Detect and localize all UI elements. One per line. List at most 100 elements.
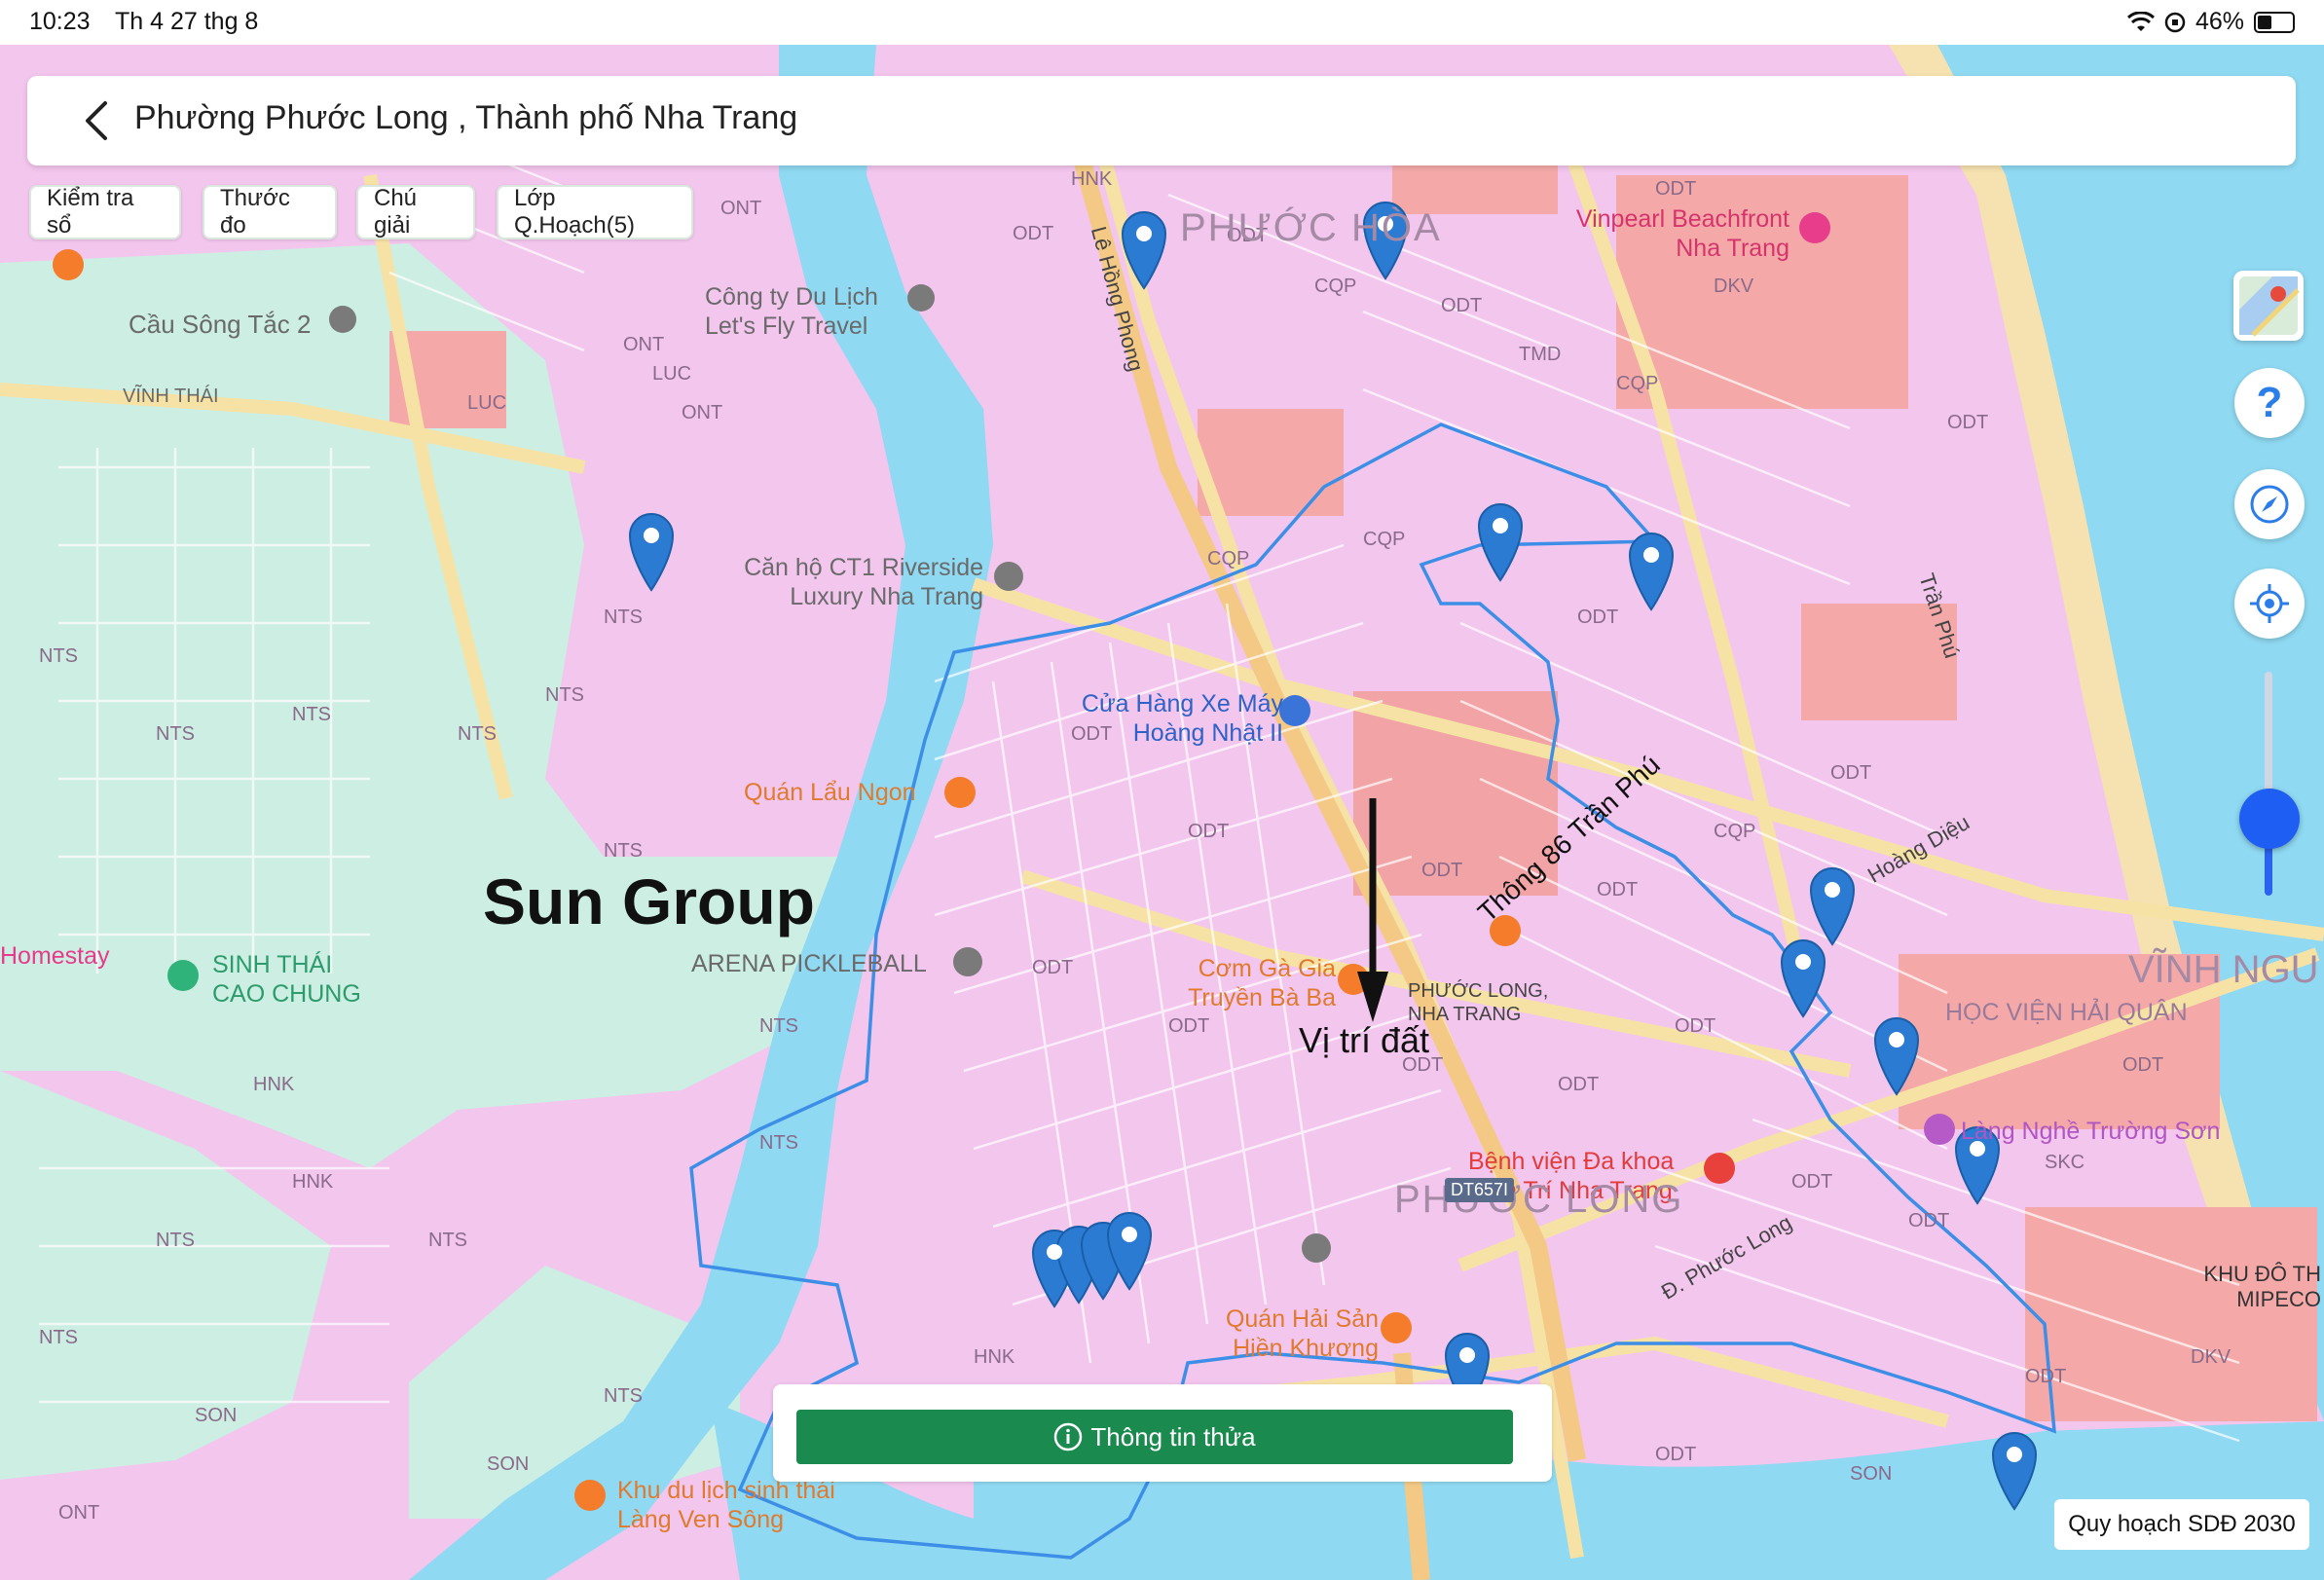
land-position-arrow bbox=[1357, 798, 1388, 1022]
label-com-ga: Cơm Gà Gia Truyền Bà Ba bbox=[1170, 954, 1336, 1012]
opacity-slider-knob[interactable] bbox=[2239, 789, 2300, 849]
label-pickleball: ARENA PICKLEBALL bbox=[691, 950, 927, 977]
svg-text:ODT: ODT bbox=[1597, 879, 1638, 900]
locate-icon bbox=[2250, 584, 2289, 623]
label-vinh-thai: VĨNH THÁI bbox=[123, 386, 219, 407]
svg-text:ODT: ODT bbox=[1830, 762, 1871, 784]
sun-group-label: Sun Group bbox=[483, 865, 815, 937]
legend-button[interactable]: Chú giải bbox=[356, 185, 475, 239]
page-title: Phường Phước Long , Thành phố Nha Trang bbox=[134, 99, 798, 136]
label-riverside-text: Căn hộ CT1 Riverside Luxury Nha Trang bbox=[744, 554, 983, 610]
svg-text:ODT: ODT bbox=[1577, 606, 1618, 628]
svg-text:HNK: HNK bbox=[253, 1074, 295, 1095]
orientation-lock-icon bbox=[2164, 12, 2186, 32]
svg-text:DKV: DKV bbox=[2191, 1346, 2232, 1368]
battery-icon bbox=[2254, 11, 2295, 33]
svg-text:ODT: ODT bbox=[1675, 1015, 1715, 1037]
svg-text:NTS: NTS bbox=[39, 645, 78, 667]
label-lau: Quán Lẩu Ngon bbox=[744, 779, 916, 806]
label-travel: Công ty Du Lịch Let's Fly Travel bbox=[705, 282, 909, 341]
label-mipeco-text: KHU ĐÔ TH MIPECO bbox=[2203, 1262, 2321, 1311]
svg-text:NTS: NTS bbox=[292, 704, 331, 725]
svg-text:TMD: TMD bbox=[1519, 344, 1561, 365]
planning-map[interactable]: ODTCQPODT TMDCQPDKV CQPCQPODT ODTODTODT … bbox=[0, 45, 2324, 1580]
ruler-button[interactable]: Thước đo bbox=[203, 185, 337, 239]
svg-text:ODT: ODT bbox=[2122, 1054, 2163, 1076]
svg-text:SON: SON bbox=[195, 1405, 237, 1426]
svg-text:ODT: ODT bbox=[2025, 1366, 2066, 1387]
map-type-button[interactable] bbox=[2233, 271, 2304, 341]
svg-text:LUC: LUC bbox=[467, 392, 506, 414]
info-icon bbox=[1054, 1422, 1083, 1451]
bottom-panel: Thông tin thửa bbox=[773, 1384, 1552, 1482]
label-vinpearl: Vinpearl Beachfront Nha Trang bbox=[1546, 204, 1789, 263]
svg-text:NTS: NTS bbox=[759, 1132, 798, 1154]
label-com-ga-text: Cơm Gà Gia Truyền Bà Ba bbox=[1188, 955, 1336, 1011]
opacity-slider-track[interactable] bbox=[2265, 672, 2272, 896]
label-sinh-thai-text: SINH THÁI CAO CHUNG bbox=[212, 951, 361, 1008]
svg-text:NTS: NTS bbox=[458, 723, 497, 745]
svg-text:ODT: ODT bbox=[1655, 1444, 1696, 1465]
compass-button[interactable] bbox=[2234, 469, 2305, 539]
check-book-button[interactable]: Kiểm tra sổ bbox=[29, 185, 181, 239]
svg-text:ODT: ODT bbox=[1188, 821, 1229, 842]
svg-text:LUC: LUC bbox=[652, 363, 691, 385]
label-hoc-vien: HỌC VIỆN HẢI QUÂN bbox=[1945, 999, 2188, 1026]
svg-text:NTS: NTS bbox=[545, 684, 584, 706]
svg-text:CQP: CQP bbox=[1714, 821, 1755, 842]
svg-text:NTS: NTS bbox=[156, 1230, 195, 1251]
my-location-button[interactable] bbox=[2234, 569, 2305, 639]
svg-text:NTS: NTS bbox=[39, 1327, 78, 1348]
label-cau-song-tac: Cầu Sông Tắc 2 bbox=[129, 310, 312, 339]
svg-text:SON: SON bbox=[1850, 1463, 1892, 1485]
svg-text:HNK: HNK bbox=[1071, 168, 1113, 190]
label-phuoc-long: PHƯỚC LONG bbox=[1394, 1178, 1684, 1221]
svg-text:HNK: HNK bbox=[292, 1171, 334, 1193]
parcel-info-label: Thông tin thửa bbox=[1090, 1421, 1256, 1451]
land-position-label: Vị trí đất bbox=[1299, 1020, 1430, 1060]
label-homestay: Homestay bbox=[0, 942, 110, 970]
label-hai-san-text: Quán Hải Sản Hiền Khương bbox=[1225, 1305, 1379, 1362]
svg-text:ODT: ODT bbox=[1441, 295, 1482, 316]
svg-text:NTS: NTS bbox=[604, 1385, 643, 1407]
status-bar: 10:23 Th 4 27 thg 8 46% bbox=[0, 0, 2324, 45]
help-icon: ? bbox=[2256, 379, 2283, 426]
battery-percent: 46% bbox=[2195, 8, 2244, 35]
label-dt657: DT657I bbox=[1445, 1178, 1515, 1202]
svg-text:HNK: HNK bbox=[974, 1346, 1015, 1368]
svg-text:ODT: ODT bbox=[1947, 412, 1988, 433]
svg-text:DKV: DKV bbox=[1714, 276, 1754, 297]
svg-text:ODT: ODT bbox=[1032, 957, 1073, 978]
label-travel-text: Công ty Du Lịch Let's Fly Travel bbox=[705, 283, 878, 340]
location-header: Phường Phước Long , Thành phố Nha Trang bbox=[27, 76, 2296, 165]
label-khu-du-lich: Khu du lịch sinh thái Làng Ven Sông bbox=[617, 1476, 861, 1534]
svg-text:ODT: ODT bbox=[1421, 860, 1462, 881]
help-button[interactable]: ? bbox=[2234, 368, 2305, 438]
svg-text:NTS: NTS bbox=[428, 1230, 467, 1251]
wifi-icon bbox=[2126, 11, 2155, 31]
parcel-info-button[interactable]: Thông tin thửa bbox=[796, 1410, 1513, 1464]
planning-layer-button[interactable]: Lớp Q.Hoạch(5) bbox=[497, 185, 693, 239]
label-xe-may: Cửa Hàng Xe Máy Hoàng Nhật II bbox=[1050, 689, 1283, 748]
compass-icon bbox=[2250, 485, 2289, 524]
status-right: 46% bbox=[2126, 8, 2295, 36]
svg-text:ONT: ONT bbox=[720, 198, 761, 219]
status-time: 10:23 bbox=[29, 8, 91, 35]
svg-text:CQP: CQP bbox=[1207, 548, 1249, 570]
svg-text:CQP: CQP bbox=[1616, 373, 1658, 394]
svg-text:NTS: NTS bbox=[156, 723, 195, 745]
label-phuoc-long-nt: PHƯỚC LONG, NHA TRANG bbox=[1408, 979, 1554, 1026]
back-arrow-icon[interactable] bbox=[78, 99, 117, 142]
label-khu-du-lich-text: Khu du lịch sinh thái Làng Ven Sông bbox=[617, 1477, 835, 1533]
commercial-zone bbox=[2025, 1207, 2317, 1421]
label-hai-san: Quán Hải Sản Hiền Khương bbox=[1203, 1304, 1379, 1363]
svg-text:ONT: ONT bbox=[58, 1502, 99, 1524]
svg-text:ONT: ONT bbox=[682, 402, 722, 423]
label-phuoc-hoa: PHƯỚC HÒA bbox=[1180, 206, 1442, 249]
label-vinh-nguyen: VĨNH NGU bbox=[2128, 948, 2319, 991]
map-layer-icon bbox=[2239, 276, 2300, 337]
svg-text:ODT: ODT bbox=[1558, 1074, 1599, 1095]
svg-text:ODT: ODT bbox=[1168, 1015, 1209, 1037]
svg-text:NTS: NTS bbox=[759, 1015, 798, 1037]
svg-text:SKC: SKC bbox=[2045, 1152, 2084, 1173]
